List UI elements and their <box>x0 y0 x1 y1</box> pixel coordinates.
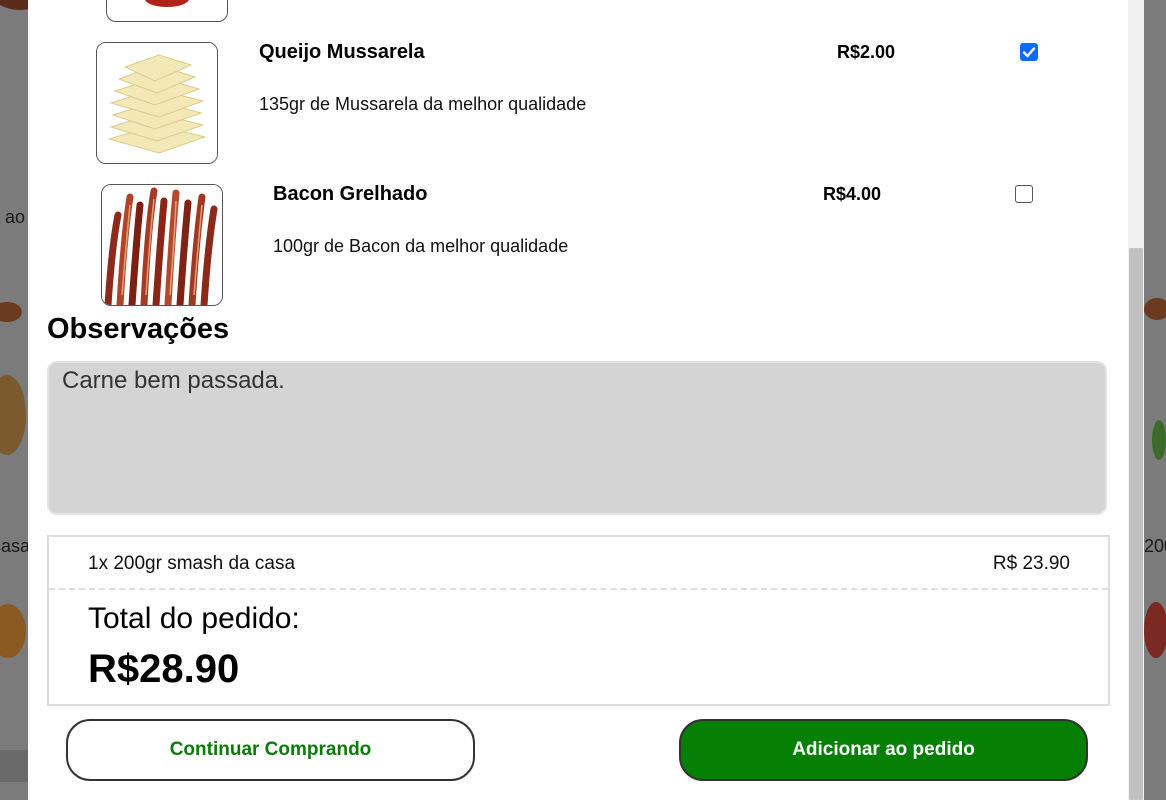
background-text-snippet: a ao <box>0 207 26 227</box>
background-page-left: a ao casa <box>0 0 28 800</box>
item-price: R$4.00 <box>823 184 882 204</box>
item-title: Queijo Mussarela <box>259 41 425 63</box>
summary-line-item: 1x 200gr smash da casa <box>88 553 296 574</box>
bacon-image <box>101 184 223 306</box>
addon-checkbox[interactable] <box>1020 43 1038 61</box>
scrollbar-thumb[interactable] <box>1129 248 1143 800</box>
item-title: Bacon Grelhado <box>273 183 428 205</box>
item-price: R$2.00 <box>837 42 896 62</box>
summary-divider <box>49 588 1108 590</box>
continue-shopping-button[interactable]: Continuar Comprando <box>66 719 475 781</box>
background-text-snippet: casa <box>0 536 28 556</box>
summary-line-price: R$ 23.90 <box>992 553 1070 574</box>
total-value: R$28.90 <box>88 647 240 691</box>
mozzarella-image <box>96 42 218 164</box>
observations-textarea[interactable]: Carne bem passada. <box>47 361 1107 515</box>
order-summary: 1x 200gr smash da casa R$ 23.90 Total do… <box>47 535 1110 706</box>
background-page-right: 200 <box>1144 0 1166 800</box>
observations-title: Observações <box>47 313 230 345</box>
background-text-snippet: 200 <box>1144 536 1166 556</box>
total-label: Total do pedido: <box>88 602 300 635</box>
checkmark-icon <box>1022 47 1036 58</box>
product-modal: Queijo Mussarela R$2.00 135gr de Mussare… <box>28 0 1128 800</box>
add-to-order-button[interactable]: Adicionar ao pedido <box>679 719 1088 781</box>
item-description: 100gr de Bacon da melhor qualidade <box>273 236 569 256</box>
addon-checkbox[interactable] <box>1015 185 1033 203</box>
previous-item-image <box>106 0 228 22</box>
item-description: 135gr de Mussarela da melhor qualidade <box>259 94 587 114</box>
